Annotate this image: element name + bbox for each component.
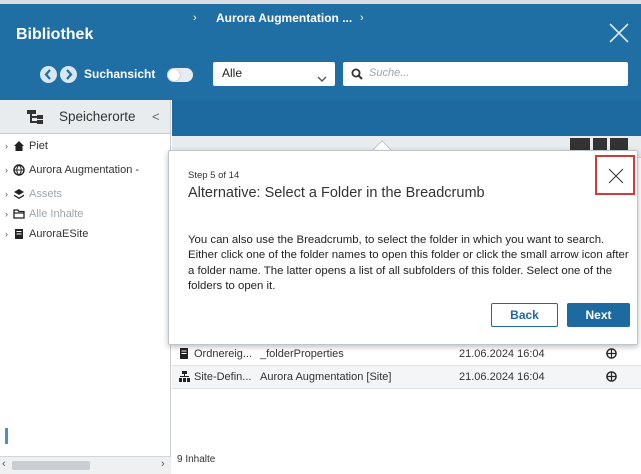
tree-item-alle-inhalte[interactable]: › Alle Inhalte <box>5 206 83 222</box>
row-date: 21.06.2024 16:04 <box>459 371 545 383</box>
row-name: _folderProperties <box>260 348 344 360</box>
item-count: 9 Inhalte <box>177 454 216 465</box>
locations-tree <box>0 134 171 456</box>
close-icon <box>608 168 624 184</box>
breadcrumb <box>172 100 641 136</box>
filter-select[interactable]: Alle <box>213 62 335 86</box>
document-icon <box>13 228 26 240</box>
next-button[interactable]: Next <box>567 303 630 327</box>
tree-structure-icon <box>27 110 43 130</box>
tour-title: Alternative: Select a Folder in the Brea… <box>188 185 485 201</box>
breadcrumb-folder[interactable]: Aurora Augmentation ... <box>216 11 352 25</box>
tree-item-auroraesite[interactable]: › AuroraESite <box>5 226 88 242</box>
close-icon[interactable] <box>608 22 630 44</box>
back-arrow-icon[interactable] <box>40 66 57 83</box>
window-top-strip <box>0 0 641 4</box>
tree-item-piet[interactable]: › Piet <box>5 138 48 154</box>
locations-title: Speicherorte <box>59 109 136 124</box>
breadcrumb-arrow-icon[interactable]: › <box>193 12 197 24</box>
globe-icon <box>606 371 617 385</box>
tree-item-label: Assets <box>29 188 63 200</box>
document-icon <box>179 348 189 362</box>
site-globe-icon <box>13 164 26 176</box>
expand-arrow-icon[interactable]: › <box>5 189 13 199</box>
panel-edge-accent <box>5 428 8 444</box>
toggle-knob <box>168 69 180 81</box>
chevron-down-icon <box>317 70 327 88</box>
globe-icon <box>606 348 617 362</box>
locations-panel-header: Speicherorte < <box>0 100 171 134</box>
row-date: 21.06.2024 16:04 <box>459 348 545 360</box>
site-definition-icon <box>179 371 190 385</box>
filter-select-value: Alle <box>222 66 243 80</box>
collapse-panel-button[interactable]: < <box>152 109 160 124</box>
table-row[interactable]: Site-Defin... Aurora Augmentation [Site]… <box>172 366 641 389</box>
breadcrumb-arrow-icon[interactable]: › <box>360 12 364 24</box>
search-view-toggle[interactable] <box>167 68 193 82</box>
tree-item-assets[interactable]: › Assets <box>5 186 62 202</box>
tour-tooltip: Step 5 of 14 Alternative: Select a Folde… <box>168 150 638 345</box>
search-view-label: Suchansicht <box>84 67 156 81</box>
tour-step-indicator: Step 5 of 14 <box>188 170 240 181</box>
table-row[interactable]: Ordnereig... _folderProperties 21.06.202… <box>172 343 641 366</box>
search-placeholder: Suche... <box>369 67 410 79</box>
row-type: Ordnereig... <box>194 348 253 360</box>
expand-arrow-icon[interactable]: › <box>5 141 13 151</box>
forward-arrow-icon[interactable] <box>60 66 77 83</box>
tour-body-text: You can also use the Breadcrumb, to sele… <box>188 234 629 292</box>
scroll-left-icon[interactable]: ‹ <box>2 458 6 470</box>
tree-item-label: Aurora Augmentation - <box>29 164 140 176</box>
row-type: Site-Defin... <box>194 371 252 383</box>
search-input[interactable]: Suche... <box>343 62 628 86</box>
tree-item-label: AuroraESite <box>29 228 89 240</box>
row-name: Aurora Augmentation [Site] <box>260 371 392 383</box>
scroll-right-icon[interactable]: › <box>161 458 165 470</box>
home-icon <box>13 140 26 152</box>
scrollbar-thumb[interactable] <box>12 461 90 470</box>
assets-icon <box>13 188 26 200</box>
expand-arrow-icon[interactable]: › <box>5 209 13 219</box>
app-title: Bibliothek <box>16 26 94 43</box>
tour-close-button[interactable] <box>595 155 635 195</box>
horizontal-scrollbar[interactable]: ‹ › <box>0 456 171 474</box>
status-strip <box>172 466 641 474</box>
back-button[interactable]: Back <box>491 303 558 327</box>
search-icon <box>351 67 363 85</box>
tree-item-label: Alle Inhalte <box>29 208 84 220</box>
expand-arrow-icon[interactable]: › <box>5 165 13 175</box>
tree-item-label: Piet <box>29 140 48 152</box>
folder-icon <box>13 208 26 220</box>
expand-arrow-icon[interactable]: › <box>5 229 13 239</box>
tree-item-aurora-augmentation[interactable]: › Aurora Augmentation - <box>5 162 139 178</box>
